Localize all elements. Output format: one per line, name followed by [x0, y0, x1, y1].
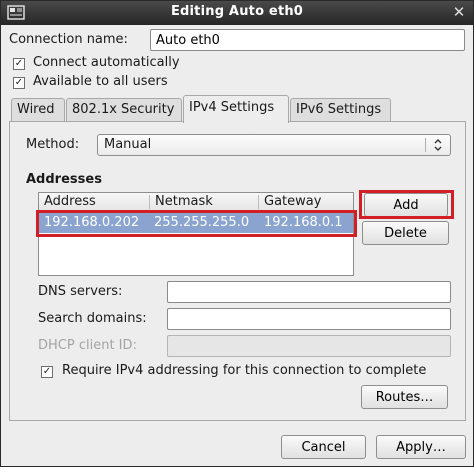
tab-wired[interactable]: Wired	[11, 98, 65, 122]
table-header: Address Netmask Gateway	[39, 193, 353, 212]
table-row[interactable]: 192.168.0.202 255.255.255.0 192.168.0.1	[39, 213, 353, 233]
addresses-heading: Addresses	[26, 172, 102, 187]
delete-button[interactable]: Delete	[362, 221, 449, 245]
dns-servers-input[interactable]	[167, 281, 451, 303]
available-all-users-checkbox[interactable]: ✓	[13, 77, 25, 89]
connect-automatically-checkbox[interactable]: ✓	[13, 58, 25, 70]
checkmark-icon: ✓	[14, 58, 24, 69]
apply-button[interactable]: Apply…	[376, 435, 466, 459]
add-button[interactable]: Add	[364, 193, 448, 217]
checkmark-icon: ✓	[14, 77, 24, 88]
tab-ipv4-settings[interactable]: IPv4 Settings	[183, 95, 289, 123]
window-title: Editing Auto eth0	[170, 4, 304, 19]
require-ipv4-label: Require IPv4 addressing for this connect…	[62, 363, 427, 378]
dns-servers-label: DNS servers:	[38, 284, 123, 299]
addresses-table[interactable]: Address Netmask Gateway 192.168.0.202 25…	[38, 192, 354, 276]
require-ipv4-checkbox[interactable]: ✓	[41, 366, 53, 378]
dropdown-separator	[425, 138, 426, 152]
method-label: Method:	[26, 137, 80, 152]
updown-arrows-icon	[432, 138, 444, 152]
column-header-netmask[interactable]: Netmask	[150, 194, 213, 211]
column-header-gateway[interactable]: Gateway	[259, 194, 321, 211]
titlebar[interactable]: Editing Auto eth0 ✕	[1, 1, 473, 25]
routes-button[interactable]: Routes…	[361, 385, 448, 409]
tab-ipv6-settings[interactable]: IPv6 Settings	[290, 98, 391, 122]
address-cell[interactable]: 192.168.0.202	[44, 215, 148, 230]
search-domains-input[interactable]	[167, 308, 451, 330]
method-dropdown[interactable]: Manual	[97, 134, 451, 156]
connect-automatically-label: Connect automatically	[33, 55, 180, 70]
netmask-cell[interactable]: 255.255.255.0	[154, 215, 254, 230]
method-value: Manual	[104, 137, 152, 152]
cancel-button[interactable]: Cancel	[281, 435, 366, 459]
connection-name-label: Connection name:	[9, 32, 128, 47]
close-icon[interactable]: ✕	[451, 3, 467, 21]
edit-connection-window: Editing Auto eth0 ✕ Connection name: ✓ C…	[0, 0, 474, 467]
connection-name-input[interactable]	[150, 29, 465, 51]
checkmark-icon: ✓	[42, 366, 52, 377]
gateway-cell[interactable]: 192.168.0.1	[264, 215, 353, 230]
search-domains-label: Search domains:	[38, 311, 147, 326]
column-header-address[interactable]: Address	[39, 194, 96, 211]
dhcp-client-id-input[interactable]	[167, 335, 451, 357]
dhcp-client-id-label: DHCP client ID:	[38, 338, 137, 353]
tab-8021x-security[interactable]: 802.1x Security	[66, 98, 182, 122]
available-all-users-label: Available to all users	[33, 74, 168, 89]
